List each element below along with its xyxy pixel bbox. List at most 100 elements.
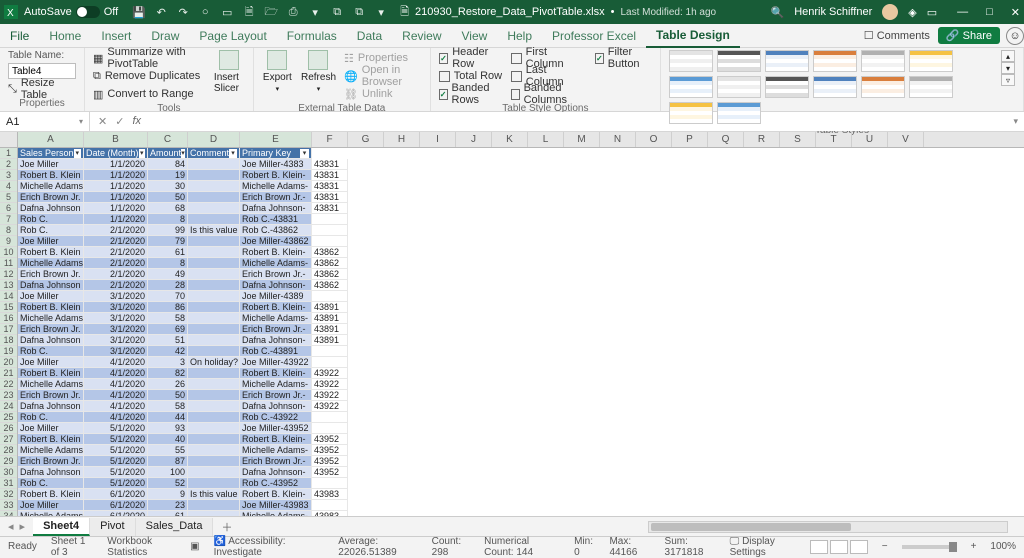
workbook-statistics-button[interactable]: Workbook Statistics	[107, 536, 176, 558]
cell[interactable]	[188, 159, 240, 170]
cell[interactable]	[188, 412, 240, 423]
user-name[interactable]: Henrik Schiffner	[794, 6, 872, 18]
cell[interactable]: Rob C.	[18, 412, 84, 423]
cell[interactable]: 3	[148, 357, 188, 368]
cell[interactable]	[188, 445, 240, 456]
table-style-swatch[interactable]	[765, 50, 809, 72]
cell[interactable]	[188, 335, 240, 346]
cell[interactable]: 4/1/2020	[84, 379, 148, 390]
cell[interactable]: 43831	[312, 192, 348, 203]
cell[interactable]	[188, 390, 240, 401]
cell[interactable]: Robert B. Klein	[18, 247, 84, 258]
maximize-icon[interactable]: □	[986, 6, 993, 19]
cell[interactable]	[312, 500, 348, 511]
cell[interactable]: 43862	[312, 269, 348, 280]
cell[interactable]: 69	[148, 324, 188, 335]
cell[interactable]	[312, 412, 348, 423]
cell[interactable]: 1/1/2020	[84, 170, 148, 181]
ribbon-tab-data[interactable]: Data	[347, 24, 392, 48]
cell[interactable]: Joe Miller-43983	[240, 500, 312, 511]
row-header[interactable]: 32	[0, 489, 17, 500]
sheet-next-icon[interactable]: ▸	[20, 520, 26, 533]
column-header[interactable]: F	[312, 132, 348, 147]
page-layout-view-icon[interactable]	[830, 540, 848, 554]
cell[interactable]: Is this value c	[188, 225, 240, 236]
table-style-swatch[interactable]	[813, 76, 857, 98]
row-header[interactable]: 34	[0, 511, 17, 516]
table-column-header[interactable]: Sales Person▾	[18, 148, 84, 159]
banded-rows-checkbox[interactable]: Banded Rows	[439, 86, 503, 102]
cell[interactable]: 4/1/2020	[84, 390, 148, 401]
filter-dropdown-icon[interactable]: ▾	[229, 149, 237, 158]
cell[interactable]: Dafna Johnson-	[240, 467, 312, 478]
minimize-icon[interactable]: —	[957, 6, 968, 19]
cell[interactable]: Michelle Adams	[18, 313, 84, 324]
row-header[interactable]: 9	[0, 236, 17, 247]
row-header[interactable]: 29	[0, 456, 17, 467]
row-header[interactable]: 20	[0, 357, 17, 368]
cell[interactable]: Is this value c	[188, 489, 240, 500]
open-file-icon[interactable]: 🗁	[264, 5, 278, 19]
summarize-pivottable-button[interactable]: ▦Summarize with PivotTable	[93, 50, 206, 66]
cell[interactable]: 2/1/2020	[84, 247, 148, 258]
cell[interactable]	[188, 247, 240, 258]
gallery-more-icon[interactable]: ▿	[1001, 74, 1015, 86]
cell[interactable]: 5/1/2020	[84, 478, 148, 489]
cell[interactable]	[188, 500, 240, 511]
row-header[interactable]: 22	[0, 379, 17, 390]
cell[interactable]: 5/1/2020	[84, 434, 148, 445]
cell[interactable]: 58	[148, 313, 188, 324]
cell[interactable]: 43831	[312, 170, 348, 181]
expand-formula-icon[interactable]: ▾	[1007, 116, 1024, 127]
cell[interactable]: Robert B. Klein	[18, 368, 84, 379]
cell[interactable]: 44	[148, 412, 188, 423]
row-header[interactable]: 17	[0, 324, 17, 335]
cell[interactable]	[188, 346, 240, 357]
cell[interactable]: Michelle Adams-	[240, 313, 312, 324]
column-header[interactable]: L	[528, 132, 564, 147]
table-style-swatch[interactable]	[909, 50, 953, 72]
row-header[interactable]: 2	[0, 159, 17, 170]
table-column-header[interactable]: Date (Month)▾	[84, 148, 148, 159]
column-header[interactable]: M	[564, 132, 600, 147]
cell[interactable]	[312, 236, 348, 247]
table-style-swatch[interactable]	[717, 102, 761, 124]
cell[interactable]: Michelle Adams	[18, 379, 84, 390]
cell[interactable]: 43952	[312, 445, 348, 456]
cell[interactable]: 1/1/2020	[84, 181, 148, 192]
cell[interactable]: 50	[148, 192, 188, 203]
table-style-swatch[interactable]	[861, 50, 905, 72]
cell[interactable]: 61	[148, 247, 188, 258]
cell[interactable]: 1/1/2020	[84, 203, 148, 214]
cell[interactable]	[188, 269, 240, 280]
qat-icon[interactable]: ⧉	[330, 5, 344, 19]
column-header[interactable]: K	[492, 132, 528, 147]
cell[interactable]: Erich Brown Jr.-	[240, 390, 312, 401]
ribbon-tab-table-design[interactable]: Table Design	[646, 24, 740, 48]
document-title[interactable]: 210930_Restore_Data_PivotTable.xlsx	[415, 6, 605, 18]
cell[interactable]	[312, 291, 348, 302]
cell[interactable]: Erich Brown Jr.	[18, 456, 84, 467]
cell[interactable]: Rob C.	[18, 478, 84, 489]
fx-icon[interactable]: fx	[132, 115, 141, 128]
filter-dropdown-icon[interactable]: ▾	[300, 149, 309, 158]
table-column-header[interactable]: Primary Key▾	[240, 148, 312, 159]
row-header[interactable]: 30	[0, 467, 17, 478]
qat-icon[interactable]: ○	[198, 5, 212, 19]
cell[interactable]: 3/1/2020	[84, 324, 148, 335]
cell[interactable]: 43831	[312, 203, 348, 214]
cell[interactable]: Erich Brown Jr.	[18, 324, 84, 335]
record-macro-icon[interactable]: ▣	[190, 541, 199, 552]
cell[interactable]: 43952	[312, 467, 348, 478]
sheet-tab[interactable]: Pivot	[90, 518, 135, 536]
column-header[interactable]: R	[744, 132, 780, 147]
row-header[interactable]: 10	[0, 247, 17, 258]
row-header[interactable]: 25	[0, 412, 17, 423]
cell[interactable]: Joe Miller-4389	[240, 291, 312, 302]
cell[interactable]: 43922	[312, 390, 348, 401]
cell[interactable]: 6/1/2020	[84, 500, 148, 511]
share-button[interactable]: 🔗 Share	[938, 27, 1000, 44]
select-all-button[interactable]	[0, 132, 18, 147]
cell[interactable]: Michelle Adams	[18, 181, 84, 192]
cell[interactable]: Rob C.	[18, 225, 84, 236]
